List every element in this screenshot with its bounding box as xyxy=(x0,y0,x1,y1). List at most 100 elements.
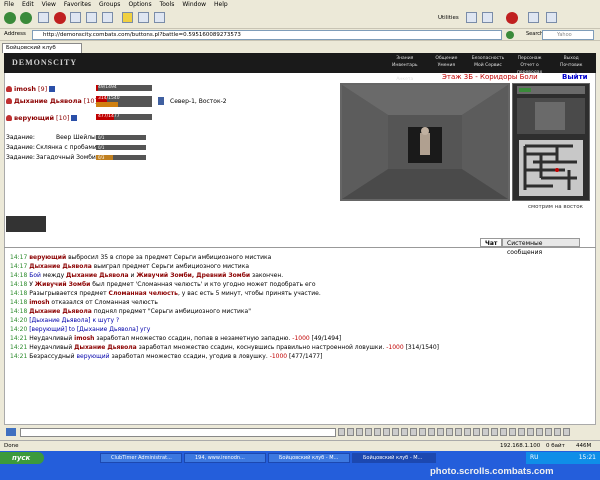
chat-timestamp[interactable]: 14:17 xyxy=(10,263,27,270)
utility-icon-1[interactable] xyxy=(466,12,477,23)
chat-player-name[interactable]: imosh xyxy=(74,335,94,342)
chat-timestamp[interactable]: 14:18 xyxy=(10,299,27,306)
player-name[interactable]: верующий xyxy=(14,114,54,122)
chat-timestamp[interactable]: 14:17 xyxy=(10,254,27,261)
chat-player-name[interactable]: Живучий Зомби, Древний Зомби xyxy=(136,272,250,279)
chat-timestamp[interactable]: 14:20 xyxy=(10,326,27,333)
chat-tool-icon[interactable] xyxy=(545,428,552,436)
chat-tool-icon[interactable] xyxy=(446,428,453,436)
tab-fight-club[interactable]: Бойцовский клуб xyxy=(2,43,82,53)
chat-player-name[interactable]: к шуту ? xyxy=(91,317,119,324)
chat-tool-icon[interactable] xyxy=(500,428,507,436)
chat-player-name[interactable]: [верующий] xyxy=(29,326,67,333)
menu-item-view[interactable]: View xyxy=(42,1,56,8)
chat-tool-icon[interactable] xyxy=(374,428,381,436)
favorites-star-icon[interactable] xyxy=(122,12,133,23)
nav-link[interactable]: Знания xyxy=(384,55,426,62)
menu-item-tools[interactable]: Tools xyxy=(160,1,175,8)
chat-tool-icon[interactable] xyxy=(455,428,462,436)
close-tab-icon[interactable] xyxy=(506,12,518,24)
player-veruyushiy[interactable]: верующий [10] xyxy=(6,114,78,122)
chat-player-name[interactable]: Дыхание Дьявола xyxy=(29,308,92,315)
menu-item-edit[interactable]: Edit xyxy=(22,1,34,8)
chat-player-name[interactable]: Дыхание Дьявола xyxy=(74,344,137,351)
go-icon[interactable] xyxy=(506,31,514,39)
nav-link[interactable]: Анкета xyxy=(384,76,426,83)
start-button[interactable]: пуск xyxy=(0,452,44,464)
language-indicator[interactable]: RU xyxy=(530,452,539,464)
chat-tool-icon[interactable] xyxy=(365,428,372,436)
chat-tool-icon[interactable] xyxy=(383,428,390,436)
tab-system-messages[interactable]: Системные сообщения xyxy=(502,238,580,256)
chat-timestamp[interactable]: 14:18 xyxy=(10,290,27,297)
chat-timestamp[interactable]: 14:21 xyxy=(10,353,27,360)
home-icon[interactable] xyxy=(38,12,49,23)
refresh-icon[interactable] xyxy=(70,12,81,23)
utility-icon-2[interactable] xyxy=(482,12,493,23)
menu-item-favorites[interactable]: Favorites xyxy=(64,1,91,8)
stop-icon[interactable] xyxy=(54,12,66,24)
new-tab-icon[interactable] xyxy=(86,12,97,23)
search-input[interactable]: Yahoo xyxy=(542,30,594,40)
chat-player-name[interactable]: Бой xyxy=(29,272,41,279)
zoom-icon[interactable] xyxy=(528,12,539,23)
menu-item-window[interactable]: Window xyxy=(182,1,206,8)
chat-tool-icon[interactable] xyxy=(347,428,354,436)
menu-item-options[interactable]: Options xyxy=(128,1,151,8)
chat-tool-icon[interactable] xyxy=(536,428,543,436)
player-dyhanie[interactable]: Дыхание Дьявола [10] xyxy=(6,97,106,105)
chat-player-name[interactable]: [Дыхание Дьявола] xyxy=(29,317,90,324)
taskbar-button[interactable]: 194, www.irenodn... xyxy=(184,453,266,463)
chat-timestamp[interactable]: 14:18 xyxy=(10,272,27,279)
chat-tool-icon[interactable] xyxy=(428,428,435,436)
chat-player-name[interactable]: Сломанная челюсть xyxy=(109,290,178,297)
panel-icon[interactable] xyxy=(138,12,149,23)
chat-player-name[interactable]: верующий xyxy=(76,353,109,360)
exit-link[interactable]: Выйти xyxy=(562,73,588,81)
chat-input[interactable] xyxy=(20,428,336,437)
nav-link[interactable]: Выход xyxy=(550,55,592,62)
chat-timestamp[interactable]: 14:20 xyxy=(10,317,27,324)
chat-player-name[interactable]: imosh xyxy=(29,299,49,306)
chat-player-name[interactable]: Дыхание Дьявола xyxy=(29,263,92,270)
chat-tool-icon[interactable] xyxy=(482,428,489,436)
tab-chat[interactable]: Чат xyxy=(480,238,503,247)
taskbar-button-active[interactable]: Бойцовский клуб - M... xyxy=(352,453,436,463)
chat-tool-icon[interactable] xyxy=(392,428,399,436)
player-imosh[interactable]: imosh [9] xyxy=(6,85,56,93)
chat-timestamp[interactable]: 14:21 xyxy=(10,335,27,342)
chat-timestamp[interactable]: 14:21 xyxy=(10,344,27,351)
chat-player-name[interactable]: Живучий Зомби xyxy=(35,281,91,288)
chat-tool-icon[interactable] xyxy=(563,428,570,436)
chat-tool-icon[interactable] xyxy=(464,428,471,436)
chat-tool-icon[interactable] xyxy=(419,428,426,436)
chat-tool-icon[interactable] xyxy=(509,428,516,436)
menu-item-help[interactable]: Help xyxy=(214,1,228,8)
player-name[interactable]: imosh xyxy=(14,85,36,93)
chat-tool-icon[interactable] xyxy=(437,428,444,436)
utilities-label[interactable]: Utilities xyxy=(438,15,459,21)
chat-tool-icon[interactable] xyxy=(473,428,480,436)
undo-icon[interactable] xyxy=(102,12,113,23)
taskbar-button[interactable]: Бойцовский клуб - M... xyxy=(268,453,350,463)
menu-item-file[interactable]: File xyxy=(4,1,14,8)
chat-tool-icon[interactable] xyxy=(356,428,363,436)
menu-item-groups[interactable]: Groups xyxy=(99,1,120,8)
settings-icon[interactable] xyxy=(546,12,557,23)
chat-player-name[interactable]: to [Дыхание Дьявола] угу xyxy=(67,326,150,333)
back-icon[interactable] xyxy=(4,12,16,24)
chat-tool-icon[interactable] xyxy=(518,428,525,436)
nav-link[interactable]: Безопасность xyxy=(467,55,509,62)
nav-link[interactable]: Инвентарь xyxy=(384,62,426,76)
tile-icon[interactable] xyxy=(154,12,165,23)
info-icon[interactable] xyxy=(49,86,56,92)
chat-tool-icon[interactable] xyxy=(410,428,417,436)
nav-link[interactable]: Персонаж xyxy=(509,55,551,62)
chat-timestamp[interactable]: 14:18 xyxy=(10,308,27,315)
url-input[interactable]: http://demonscity.combats.com/buttons.pl… xyxy=(32,30,502,40)
chat-tool-icon[interactable] xyxy=(401,428,408,436)
taskbar-button[interactable]: ClubTimer Administrat... xyxy=(100,453,182,463)
nav-link[interactable]: Общение xyxy=(426,55,468,62)
player-name[interactable]: Дыхание Дьявола xyxy=(14,97,82,105)
chat-tool-icon[interactable] xyxy=(527,428,534,436)
